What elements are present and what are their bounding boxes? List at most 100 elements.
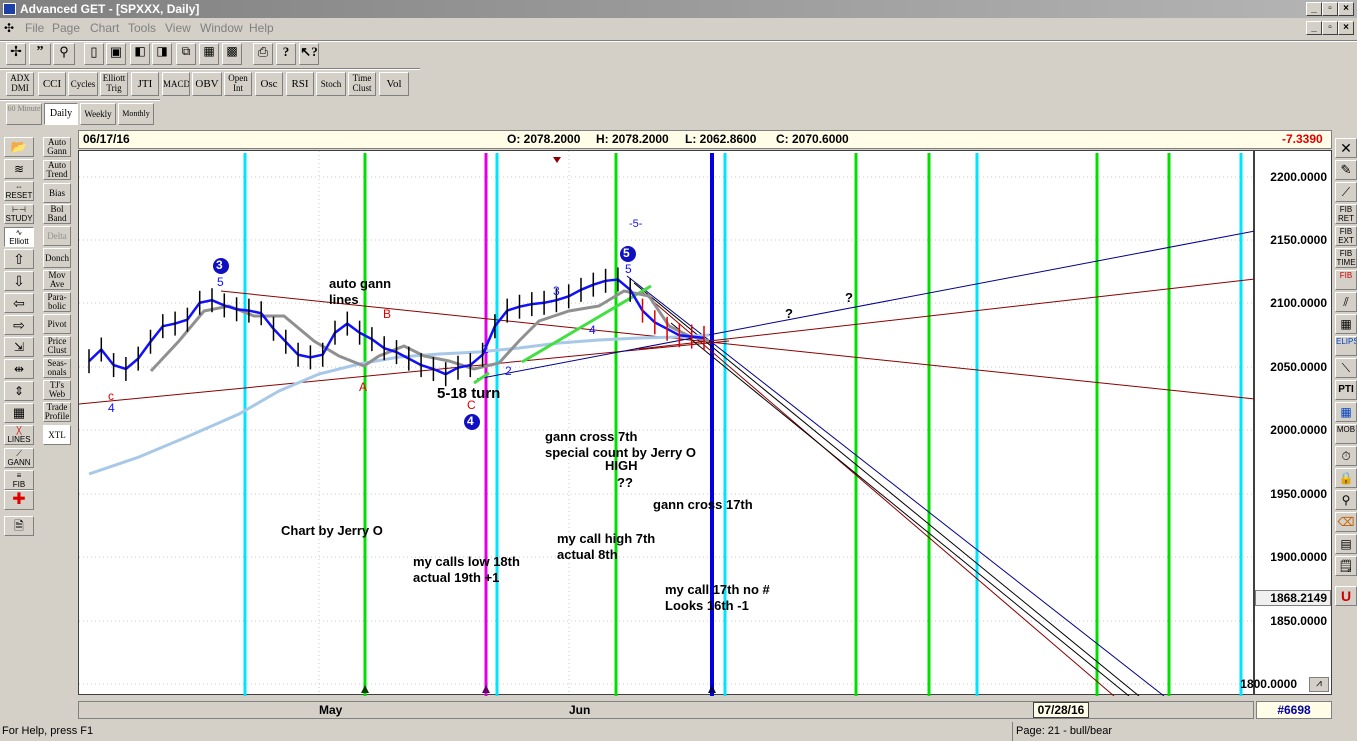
arrow-right-icon[interactable]: ⇨ [4, 315, 34, 335]
tool-time-clust[interactable]: Time Clust [348, 72, 376, 96]
study-bias[interactable]: Bias [43, 183, 71, 203]
fib-ret-button[interactable]: FIB RET [1335, 204, 1357, 224]
settings-icon[interactable]: ▩ [222, 43, 242, 65]
help-icon[interactable]: ? [276, 43, 296, 65]
price-chart[interactable]: 3 4 5 5 5 -5- 3 4 1 2 c 4 A B C auto gan… [78, 150, 1255, 696]
pencil-icon[interactable]: ✎ [1335, 160, 1357, 180]
tool-cci[interactable]: CCI [38, 72, 66, 96]
tool-osc[interactable]: Osc [255, 72, 283, 96]
doc-restore-icon[interactable]: ▫ [1322, 21, 1338, 35]
open-folder-icon[interactable]: 📂 [4, 137, 34, 157]
tool-elliott-trig[interactable]: Elliott Trig [100, 72, 128, 96]
channel-icon[interactable]: ⫽ [1335, 292, 1357, 312]
close-icon[interactable]: × [1338, 2, 1354, 16]
study-seasonals[interactable]: Seas-onals [43, 358, 71, 378]
menu-tools[interactable]: Tools [128, 18, 156, 38]
study-donch[interactable]: Donch [43, 248, 71, 268]
study-price-clust[interactable]: Price Clust [43, 336, 71, 356]
menu-file[interactable]: File [25, 18, 44, 38]
tool-obv[interactable]: OBV [192, 72, 222, 96]
close-chart-icon[interactable]: ✕ [1335, 138, 1357, 158]
period-daily[interactable]: Daily [44, 103, 78, 125]
menu-view[interactable]: View [165, 18, 191, 38]
scale-icon[interactable]: ⩘ [1309, 677, 1329, 692]
study-trade-profile[interactable]: Trade Profile [43, 402, 71, 422]
tool-jti[interactable]: JTI [131, 72, 159, 96]
lines-button[interactable]: ╳ LINES [4, 425, 34, 445]
print-icon[interactable]: ⎙ [253, 43, 273, 65]
doc-icon[interactable]: ✣ [4, 18, 14, 38]
context-help-icon[interactable]: ↖? [299, 43, 319, 65]
period-monthly[interactable]: Monthly [118, 103, 154, 125]
chart-next-icon[interactable]: ◨ [152, 43, 172, 65]
eraser-icon[interactable]: ⌫ [1335, 512, 1357, 532]
study-bol-band[interactable]: Bol Band [43, 204, 71, 224]
study-pivot[interactable]: Pivot [43, 314, 71, 334]
pti-button[interactable]: PTI [1335, 380, 1357, 400]
chart-prev-icon[interactable]: ◧ [130, 43, 150, 65]
study-auto-gann[interactable]: Auto Gann [43, 137, 71, 157]
tool-rsi[interactable]: RSI [286, 72, 314, 96]
draw-line-icon[interactable]: ⟋ [1335, 182, 1357, 202]
zoom-fit-icon[interactable]: ⇕ [4, 381, 34, 401]
notes-icon[interactable]: 🗒 [1335, 556, 1357, 576]
zoom-icon[interactable]: ⚲ [1335, 490, 1357, 510]
reset-button[interactable]: ⇔ RESET [4, 181, 34, 201]
grid-tool-icon[interactable]: ▦ [1335, 314, 1357, 334]
split-icon[interactable]: ⧉ [176, 43, 196, 65]
arrow-left-icon[interactable]: ⇦ [4, 293, 34, 313]
gann-button[interactable]: ⟋ GANN [4, 448, 34, 468]
period-weekly[interactable]: Weekly [80, 103, 116, 125]
mob-button[interactable]: MOB [1335, 424, 1357, 444]
study-button[interactable]: ⊢⊣ STUDY [4, 204, 34, 224]
fib-ext-button[interactable]: FIB EXT [1335, 226, 1357, 246]
study-tjs-web[interactable]: TJ's Web [43, 380, 71, 400]
restore-icon[interactable]: ▫ [1322, 2, 1338, 16]
period-60-minute[interactable]: 60 Minute [6, 103, 42, 125]
fib-button[interactable]: ≡ FIB [4, 470, 34, 490]
elips-button[interactable]: ELIPS [1335, 336, 1357, 356]
study-delta[interactable]: Delta [43, 226, 71, 246]
calculator-icon[interactable]: ▤ [1335, 534, 1357, 554]
study-parabolic[interactable]: Para-bolic [43, 292, 71, 312]
tool-open-int[interactable]: Open Int [224, 72, 252, 96]
lock-icon[interactable]: 🔒 [1335, 468, 1357, 488]
study-auto-trend[interactable]: Auto Trend [43, 160, 71, 180]
quote-icon[interactable]: ” [29, 43, 51, 65]
grid-icon[interactable]: ▦ [199, 43, 219, 65]
menu-window[interactable]: Window [200, 18, 243, 38]
pointer-icon[interactable]: ✢ [6, 43, 26, 65]
menu-help[interactable]: Help [249, 18, 274, 38]
fib-circle-button[interactable]: FIB [1335, 270, 1357, 290]
tool-vol[interactable]: Vol [379, 72, 409, 96]
menu-chart[interactable]: Chart [90, 18, 119, 38]
expand-icon[interactable]: ⇹ [4, 359, 34, 379]
doc-close-icon[interactable]: × [1338, 21, 1354, 35]
fib-time-button[interactable]: FIB TIME [1335, 248, 1357, 268]
arrow-down-icon[interactable]: ⇩ [4, 271, 34, 291]
grid-toggle-icon[interactable]: ▦ [4, 403, 34, 423]
menu-page[interactable]: Page [52, 18, 80, 38]
stopwatch-icon[interactable]: ⏱ [1335, 446, 1357, 466]
save-icon[interactable]: ▣ [106, 43, 126, 65]
chart-pattern-icon[interactable]: ≋ [4, 159, 34, 179]
tool-adx-dmi[interactable]: ADX DMI [6, 72, 34, 96]
tool-macd[interactable]: MACD [162, 72, 190, 96]
study-mov-ave[interactable]: Mov Ave [43, 270, 71, 290]
minimize-icon[interactable]: _ [1306, 2, 1322, 16]
table-icon[interactable]: ▦ [1335, 402, 1357, 422]
elliott-button[interactable]: ∿ Elliott [4, 227, 34, 247]
new-page-icon[interactable]: ▯ [84, 43, 104, 65]
y-tick: 2200.0000 [1270, 170, 1327, 184]
doc-minimize-icon[interactable]: _ [1306, 21, 1322, 35]
ruler-icon[interactable]: ⟍ [1335, 358, 1357, 378]
arrow-up-icon[interactable]: ⇧ [4, 249, 34, 269]
properties-icon[interactable]: 🗎 [4, 516, 34, 536]
magnify-icon[interactable]: ⚲ [53, 43, 75, 65]
tool-stoch[interactable]: Stoch [316, 72, 346, 96]
study-xtl[interactable]: XTL [43, 425, 71, 445]
compress-icon[interactable]: ⇲ [4, 337, 34, 357]
crosshair-icon[interactable]: ✚ [4, 490, 34, 510]
tool-cycles[interactable]: Cycles [68, 72, 98, 96]
magnet-button[interactable]: U [1335, 586, 1357, 606]
